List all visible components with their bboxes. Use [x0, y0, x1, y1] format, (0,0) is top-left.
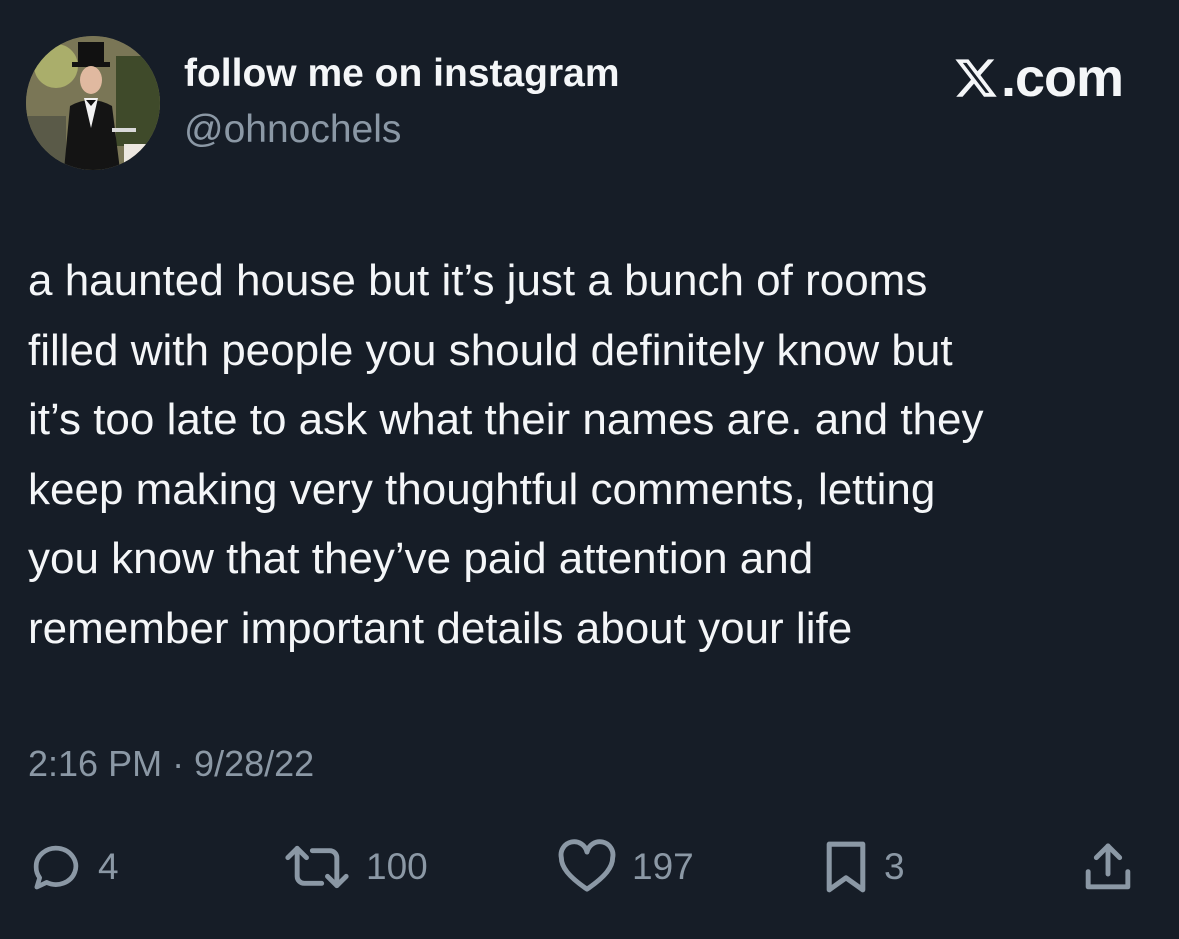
tweet-card: follow me on instagram @ohnochels .com a…: [0, 0, 1179, 939]
repost-count: 100: [366, 846, 428, 887]
reply-button[interactable]: 4: [28, 834, 119, 900]
reply-count: 4: [98, 846, 119, 887]
like-button[interactable]: 197: [556, 834, 694, 900]
bookmark-icon: [826, 841, 866, 893]
bookmark-count: 3: [884, 846, 905, 887]
tweet-text-line: it’s too late to ask what their names ar…: [28, 395, 984, 445]
brand-watermark: .com: [953, 48, 1124, 108]
repost-button[interactable]: 100: [282, 834, 428, 900]
tweet-text-line: keep making very thoughtful comments, le…: [28, 464, 936, 514]
x-logo-icon: [955, 59, 997, 97]
bookmark-button[interactable]: 3: [822, 834, 905, 900]
share-icon: [1085, 843, 1131, 890]
tweet-text-line: you know that they’ve paid attention and: [28, 534, 814, 584]
avatar[interactable]: [26, 36, 160, 170]
tweet-text-line: remember important details about your li…: [28, 603, 853, 653]
heart-icon: [558, 839, 616, 892]
tweet-text: a haunted house but it’s just a bunch of…: [28, 246, 1158, 664]
handle[interactable]: @ohnochels: [184, 108, 401, 152]
share-button[interactable]: [1080, 834, 1136, 900]
reply-icon: [33, 845, 79, 890]
tweet-text-line: a haunted house but it’s just a bunch of…: [28, 256, 928, 305]
like-count: 197: [632, 846, 694, 887]
brand-text: .com: [1000, 48, 1124, 108]
tweet-text-line: filled with people you should definitely…: [28, 325, 953, 375]
timestamp[interactable]: 2:16 PM · 9/28/22: [28, 743, 314, 785]
display-name[interactable]: follow me on instagram: [184, 52, 620, 96]
avatar-image: [26, 36, 160, 170]
repost-icon: [285, 845, 349, 889]
action-bar: 4 100 197 3: [0, 834, 1179, 900]
